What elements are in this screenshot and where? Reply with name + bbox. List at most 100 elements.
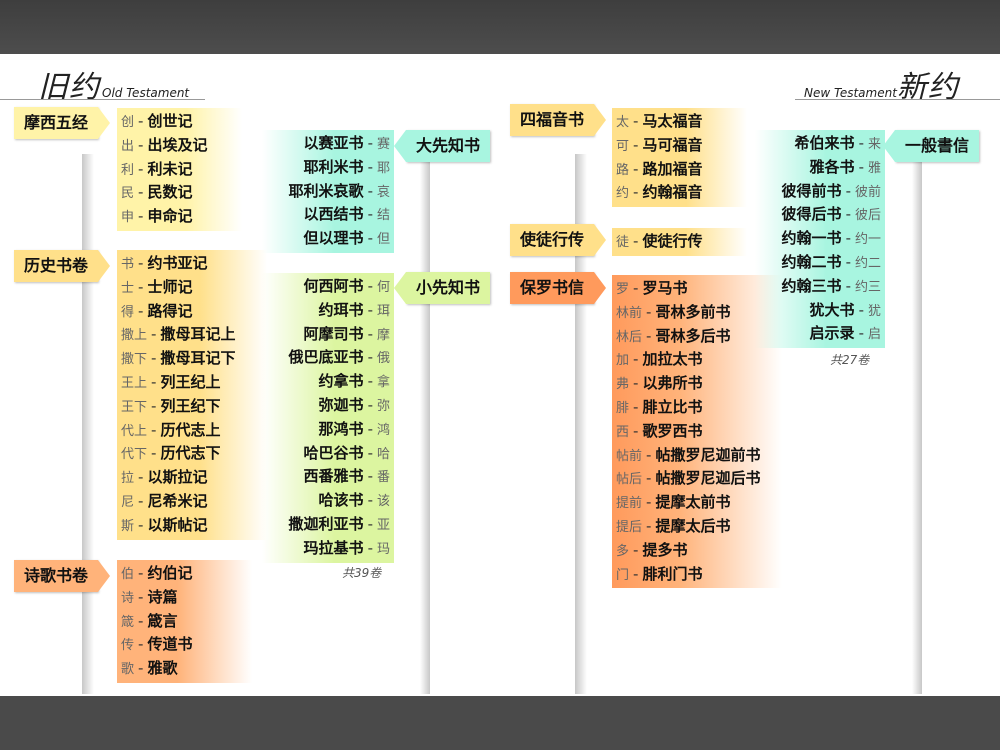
separator-dash: - bbox=[367, 134, 373, 152]
separator-dash: - bbox=[138, 611, 144, 630]
book-name: 利未记 bbox=[147, 159, 193, 178]
book-row: 出 - 出埃及记 bbox=[121, 134, 238, 158]
book-abbreviation: 撒上 bbox=[121, 328, 148, 344]
fold-shadow bbox=[82, 154, 94, 694]
book-row: 帖前 - 帖撒罗尼迦前书 bbox=[616, 444, 778, 468]
book-row: 尼 - 尼希米记 bbox=[121, 490, 263, 514]
book-row: 林前 - 哥林多前书 bbox=[616, 301, 778, 325]
separator-dash: - bbox=[138, 659, 144, 678]
book-abbreviation: 代上 bbox=[121, 423, 148, 439]
separator-dash: - bbox=[646, 302, 652, 321]
book-abbreviation: 帖后 bbox=[616, 472, 643, 488]
separator-dash: - bbox=[151, 444, 157, 463]
book-row: 西番雅书 - 番 bbox=[266, 465, 390, 489]
separator-dash: - bbox=[633, 350, 639, 369]
book-row: 斯 - 以斯帖记 bbox=[121, 514, 263, 538]
ot-underline bbox=[0, 99, 205, 100]
separator-dash: - bbox=[845, 205, 851, 224]
book-abbreviation: 士 bbox=[121, 280, 135, 296]
separator-dash: - bbox=[138, 112, 144, 130]
book-abbreviation: 腓 bbox=[616, 400, 630, 416]
book-abbreviation: 拿 bbox=[376, 375, 390, 391]
book-row: 约 - 约翰福音 bbox=[616, 181, 743, 205]
acts-book-list: 徒 - 使徒行传 bbox=[612, 228, 747, 256]
book-row: 士 - 士师记 bbox=[121, 276, 263, 300]
book-abbreviation: 哈 bbox=[376, 446, 390, 462]
book-name: 士师记 bbox=[147, 277, 193, 296]
separator-dash: - bbox=[633, 540, 639, 559]
separator-dash: - bbox=[633, 421, 639, 440]
separator-dash: - bbox=[151, 349, 157, 368]
book-row: 玛拉基书 - 玛 bbox=[266, 537, 390, 561]
book-row: 约翰二书 - 约二 bbox=[759, 251, 881, 275]
separator-dash: - bbox=[151, 396, 157, 415]
separator-dash: - bbox=[138, 468, 144, 487]
separator-dash: - bbox=[845, 276, 851, 295]
separator-dash: - bbox=[858, 157, 864, 176]
book-name: 加拉太书 bbox=[642, 350, 703, 369]
book-abbreviation: 尼 bbox=[121, 494, 135, 510]
nt-underline bbox=[795, 99, 1000, 100]
book-name: 约伯记 bbox=[147, 564, 193, 582]
category-pentateuch: 摩西五经 bbox=[14, 107, 111, 139]
book-name: 彼得前书 bbox=[781, 181, 842, 200]
book-row: 王上 - 列王纪上 bbox=[121, 371, 263, 395]
book-row: 耶利米哀歌 - 哀 bbox=[266, 180, 390, 204]
book-row: 弥迦书 - 弥 bbox=[266, 394, 390, 418]
book-name: 腓利门书 bbox=[642, 564, 703, 583]
book-name: 提摩太前书 bbox=[655, 493, 731, 512]
major-prophets-book-list: 以赛亚书 - 赛耶利米书 - 耶耶利米哀歌 - 哀以西结书 - 结但以理书 - 但 bbox=[262, 130, 394, 253]
book-abbreviation: 亚 bbox=[376, 517, 390, 533]
book-abbreviation: 彼前 bbox=[854, 184, 881, 200]
history-book-list: 书 - 约书亚记士 - 士师记得 - 路得记 撒上 - 撒母耳记上 撒下 - 撒母耳记下 王上 - 列王纪上王… bbox=[117, 250, 267, 540]
separator-dash: - bbox=[646, 326, 652, 345]
book-abbreviation: 林后 bbox=[616, 329, 643, 345]
fold-shadow bbox=[912, 154, 922, 694]
separator-dash: - bbox=[367, 514, 373, 533]
book-row: 罗 - 罗马书 bbox=[616, 277, 778, 301]
separator-dash: - bbox=[367, 157, 373, 176]
book-name: 以斯拉记 bbox=[147, 468, 208, 487]
book-name: 列王纪下 bbox=[160, 396, 221, 415]
book-name: 马太福音 bbox=[642, 112, 703, 130]
book-row: 申 - 申命记 bbox=[121, 205, 238, 229]
separator-dash: - bbox=[138, 183, 144, 202]
book-row: 以赛亚书 - 赛 bbox=[266, 132, 390, 156]
separator-dash: - bbox=[845, 229, 851, 248]
separator-dash: - bbox=[633, 135, 639, 154]
book-abbreviation: 约 bbox=[616, 186, 630, 202]
book-abbreviation: 伯 bbox=[121, 567, 135, 582]
separator-dash: - bbox=[138, 207, 144, 226]
book-name: 出埃及记 bbox=[147, 135, 208, 154]
book-abbreviation: 加 bbox=[616, 353, 630, 369]
book-row: 太 - 马太福音 bbox=[616, 110, 743, 134]
book-abbreviation: 书 bbox=[121, 257, 135, 272]
book-abbreviation: 诗 bbox=[121, 590, 135, 606]
book-name: 路得记 bbox=[147, 301, 193, 320]
book-abbreviation: 珥 bbox=[376, 303, 390, 319]
book-name: 罗马书 bbox=[642, 279, 688, 297]
separator-dash: - bbox=[367, 300, 373, 319]
book-row: 得 - 路得记 bbox=[121, 300, 263, 324]
book-abbreviation: 弗 bbox=[616, 377, 630, 393]
book-row: 创 - 创世记 bbox=[121, 110, 238, 134]
book-name: 彼得后书 bbox=[781, 205, 842, 224]
book-abbreviation: 雅 bbox=[867, 160, 881, 176]
book-row: 王下 - 列王纪下 bbox=[121, 395, 263, 419]
book-row: 可 - 马可福音 bbox=[616, 134, 743, 158]
book-name: 犹大书 bbox=[809, 300, 855, 319]
book-name: 以斯帖记 bbox=[147, 515, 208, 534]
book-abbreviation: 林前 bbox=[616, 305, 643, 321]
book-name: 申命记 bbox=[147, 207, 193, 226]
book-row: 撒下 - 撒母耳记下 bbox=[121, 347, 263, 371]
ot-count: 共39卷 bbox=[342, 566, 382, 580]
separator-dash: - bbox=[138, 587, 144, 606]
separator-dash: - bbox=[138, 277, 144, 296]
book-abbreviation: 拉 bbox=[121, 471, 135, 487]
book-abbreviation: 王上 bbox=[121, 375, 148, 391]
category-pauline-epistles: 保罗书信 bbox=[510, 272, 607, 304]
book-name: 耶利米书 bbox=[303, 157, 364, 176]
book-name: 帖撒罗尼迦后书 bbox=[655, 469, 761, 488]
separator-dash: - bbox=[646, 516, 652, 535]
separator-dash: - bbox=[858, 134, 864, 152]
